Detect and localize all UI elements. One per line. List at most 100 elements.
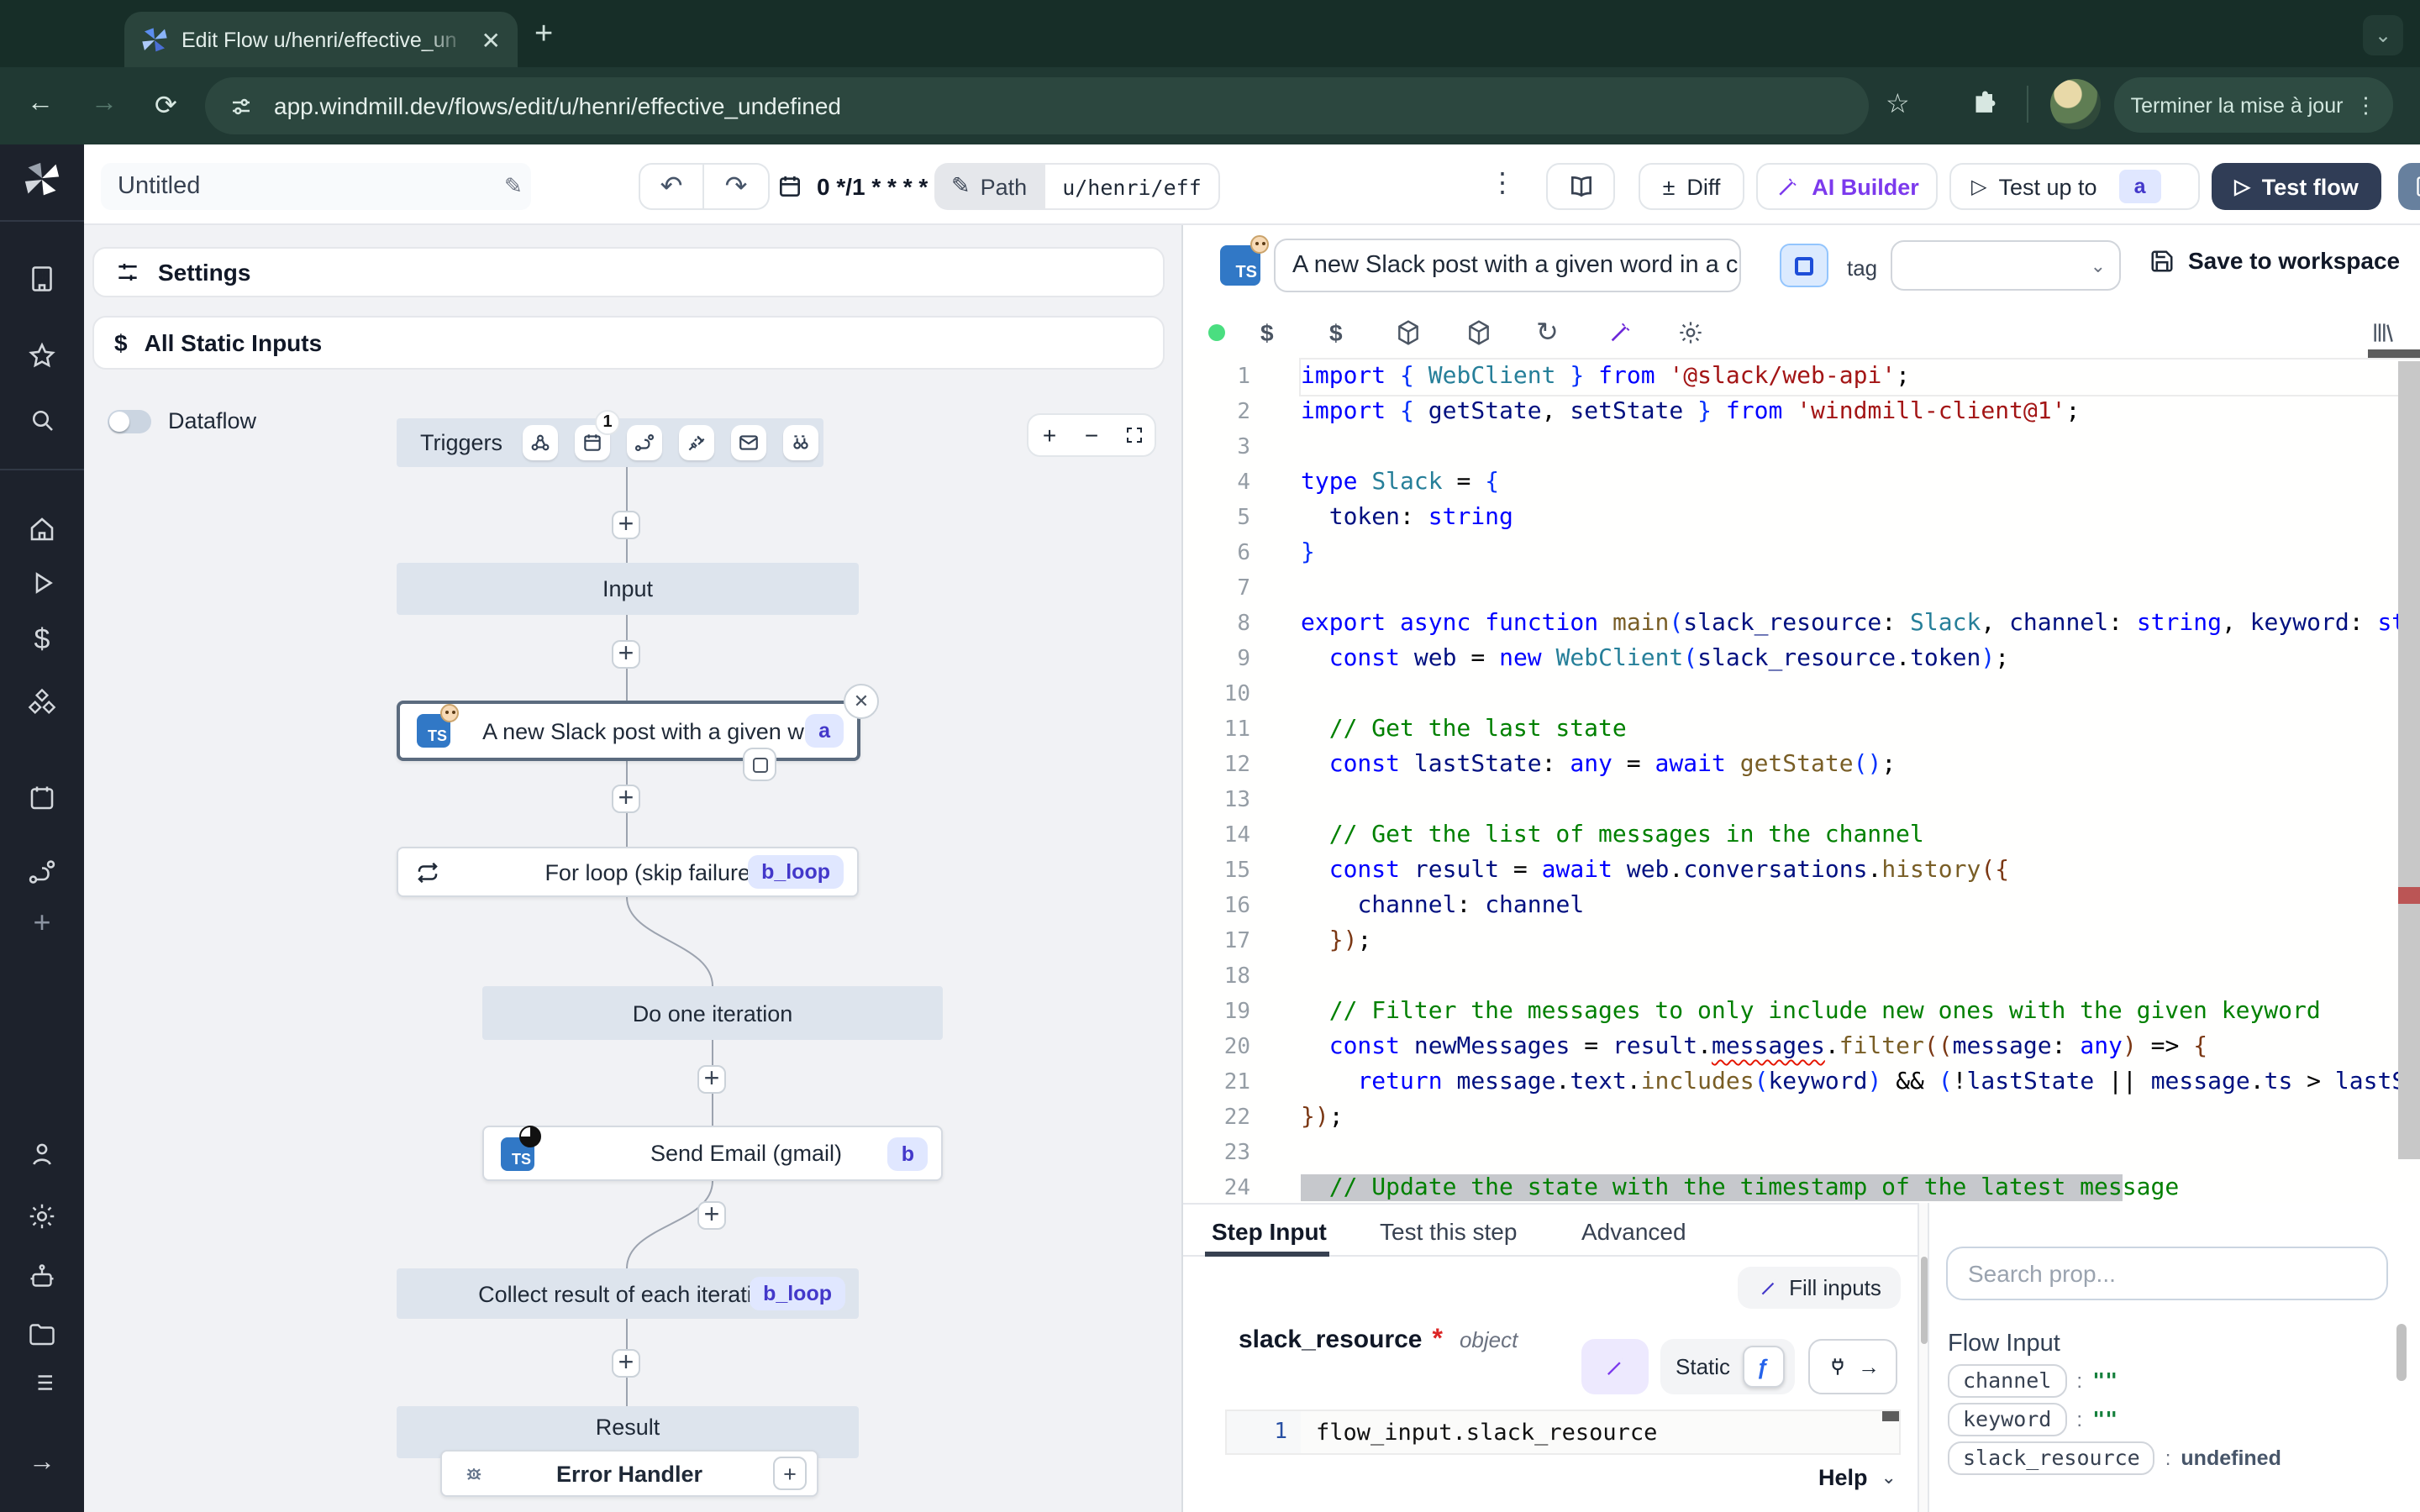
flow-input-prop-row[interactable]: keyword:"" [1948, 1403, 2281, 1435]
library-icon[interactable] [2370, 319, 2396, 346]
code-line[interactable]: // Update the state with the timestamp o… [1301, 1171, 2420, 1203]
browser-menu-kebab-icon[interactable]: ⋮ [2354, 92, 2376, 118]
add-step-button[interactable]: + [612, 785, 640, 813]
zoom-in-button[interactable]: + [1028, 422, 1071, 449]
sidebar-item-add[interactable]: + [0, 906, 84, 941]
search-prop-input[interactable] [1946, 1247, 2388, 1300]
dataflow-toggle[interactable] [108, 409, 151, 433]
code-line[interactable]: // Get the list of messages in the chann… [1301, 818, 2420, 853]
resources-icon[interactable]: $ [1329, 319, 1343, 346]
editor-vertical-scrollbar[interactable] [2398, 361, 2420, 1159]
code-line[interactable]: type Slack = { [1301, 465, 2420, 501]
sidebar-item-routes[interactable] [0, 857, 84, 887]
code-line[interactable]: channel: channel [1301, 889, 2420, 924]
add-step-button[interactable]: + [612, 640, 640, 669]
tab-search-chevron-icon[interactable]: ⌄ [2363, 15, 2403, 55]
path-value-segment[interactable]: u/henri/eff [1044, 163, 1220, 210]
tag-select[interactable]: ⌄ [1891, 240, 2121, 291]
sidebar-item-workspace[interactable] [0, 264, 84, 294]
ai-builder-button[interactable]: AI Builder [1756, 163, 1938, 210]
reload-icon[interactable]: ⟳ [155, 89, 177, 123]
flow-name-field[interactable]: Untitled ✎ [101, 163, 531, 210]
variables-icon[interactable]: $ [1260, 319, 1274, 346]
package-icon[interactable] [1395, 319, 1422, 346]
code-line[interactable]: const web = new WebClient(slack_resource… [1301, 642, 2420, 677]
prop-name-pill[interactable]: channel [1948, 1363, 2066, 1397]
diff-button[interactable]: ± Diff [1639, 163, 1744, 210]
address-bar[interactable]: app.windmill.dev/flows/edit/u/henri/effe… [205, 77, 1869, 134]
stop-after-step-button[interactable] [743, 748, 776, 781]
code-line[interactable]: const lastState: any = await getState(); [1301, 748, 2420, 783]
help-toggle[interactable]: Help ⌄ [1818, 1465, 1897, 1490]
code-line[interactable]: // Get the last state [1301, 712, 2420, 748]
flow-canvas[interactable]: Dataflow + − Triggers [84, 381, 1181, 1512]
step-send-email-node[interactable]: TS Send Email (gmail) b [482, 1126, 943, 1181]
tab-test-this-step[interactable]: Test this step [1380, 1205, 1517, 1257]
prop-name-pill[interactable]: slack_resource [1948, 1441, 2155, 1474]
fit-view-button[interactable] [1113, 425, 1155, 445]
code-line[interactable]: const result = await web.conversations.h… [1301, 853, 2420, 889]
expression-editor[interactable]: 1 flow_input.slack_resource [1225, 1410, 1901, 1455]
sidebar-item-runs[interactable] [0, 568, 84, 598]
sidebar-item-resources[interactable] [0, 687, 84, 717]
back-icon[interactable]: ← [27, 89, 54, 119]
script-settings-gear-icon[interactable] [1677, 319, 1704, 346]
add-error-handler-button[interactable]: + [773, 1457, 807, 1490]
code-line[interactable]: return message.text.includes(keyword) &&… [1301, 1065, 2420, 1100]
flow-input-prop-row[interactable]: channel:"" [1948, 1364, 2281, 1396]
webhook-trigger-icon[interactable] [523, 425, 558, 460]
ai-wand-icon[interactable] [1607, 319, 1634, 346]
add-step-button[interactable]: + [697, 1065, 726, 1094]
code-line[interactable]: import { getState, setState } from 'wind… [1301, 395, 2420, 430]
code-line[interactable]: const newMessages = result.messages.filt… [1301, 1030, 2420, 1065]
add-step-button[interactable]: + [697, 1201, 726, 1230]
step-slack-node[interactable]: TS A new Slack post with a given wor... … [397, 701, 860, 761]
add-step-button[interactable]: + [612, 511, 640, 539]
remove-step-button[interactable]: ✕ [844, 684, 879, 719]
sidebar-item-favorites[interactable] [0, 341, 84, 371]
select-step-toggle[interactable] [1780, 244, 1828, 287]
undo-button[interactable]: ↶ [639, 163, 704, 210]
sidebar-item-folders[interactable] [0, 1319, 84, 1349]
forloop-node[interactable]: For loop (skip failures) b_loop [397, 847, 859, 897]
triggers-node[interactable]: Triggers 1 [397, 418, 823, 467]
add-step-button[interactable]: + [612, 1349, 640, 1378]
path-chip[interactable]: ✎ Path u/henri/eff [934, 163, 1220, 210]
step-summary-input[interactable]: A new Slack post with a given word in a … [1274, 239, 1741, 292]
flow-settings-bar[interactable]: Settings [92, 247, 1165, 297]
code-line[interactable] [1301, 959, 2420, 995]
prop-name-pill[interactable]: keyword [1948, 1402, 2066, 1436]
tab-advanced[interactable]: Advanced [1581, 1205, 1686, 1257]
package-icon[interactable] [1465, 319, 1492, 346]
browser-update-button[interactable]: Terminer la mise à jour ⋮ [2114, 77, 2393, 133]
windmill-logo-icon[interactable] [0, 161, 84, 198]
schedule-trigger-icon[interactable]: 1 [575, 425, 610, 460]
reset-icon[interactable]: ↻ [1536, 316, 1559, 349]
error-handler-node[interactable]: Error Handler + [440, 1450, 818, 1497]
sidebar-collapse-arrow-icon[interactable]: → [0, 1448, 84, 1478]
code-line[interactable] [1301, 783, 2420, 818]
code-line[interactable]: }); [1301, 1100, 2420, 1136]
edit-name-pencil-icon[interactable]: ✎ [504, 173, 523, 200]
test-up-to-step-badge[interactable]: a [2119, 170, 2161, 203]
schedule-summary[interactable]: 0 */1 * * * * [776, 163, 928, 210]
connect-input-button[interactable]: → [1808, 1339, 1897, 1394]
sidebar-item-home[interactable] [0, 514, 84, 544]
javascript-mode-button[interactable]: ƒ [1742, 1346, 1784, 1388]
browser-tab[interactable]: Edit Flow u/henri/effective_un ✕ [124, 12, 518, 67]
poll-trigger-icon[interactable] [783, 425, 818, 460]
sidebar-item-variables[interactable]: $ [0, 623, 84, 657]
tab-close-icon[interactable]: ✕ [481, 28, 501, 51]
sidebar-item-logs[interactable] [0, 1368, 84, 1398]
bookmark-star-icon[interactable]: ☆ [1886, 87, 1910, 121]
route-trigger-icon[interactable] [627, 425, 662, 460]
redo-button[interactable]: ↷ [704, 163, 770, 210]
more-options-kebab-icon[interactable]: ⋮ [1489, 166, 1516, 200]
code-editor[interactable]: 123456789101112131415161718192021222324 … [1183, 349, 2420, 1203]
code-line[interactable]: token: string [1301, 501, 2420, 536]
sidebar-item-schedules[interactable] [0, 783, 84, 813]
test-flow-button[interactable]: ▷ Test flow [2212, 163, 2381, 210]
code-line[interactable]: } [1301, 536, 2420, 571]
flow-input-prop-row[interactable]: slack_resource:undefined [1948, 1441, 2281, 1473]
tab-step-input[interactable]: Step Input [1212, 1205, 1327, 1257]
